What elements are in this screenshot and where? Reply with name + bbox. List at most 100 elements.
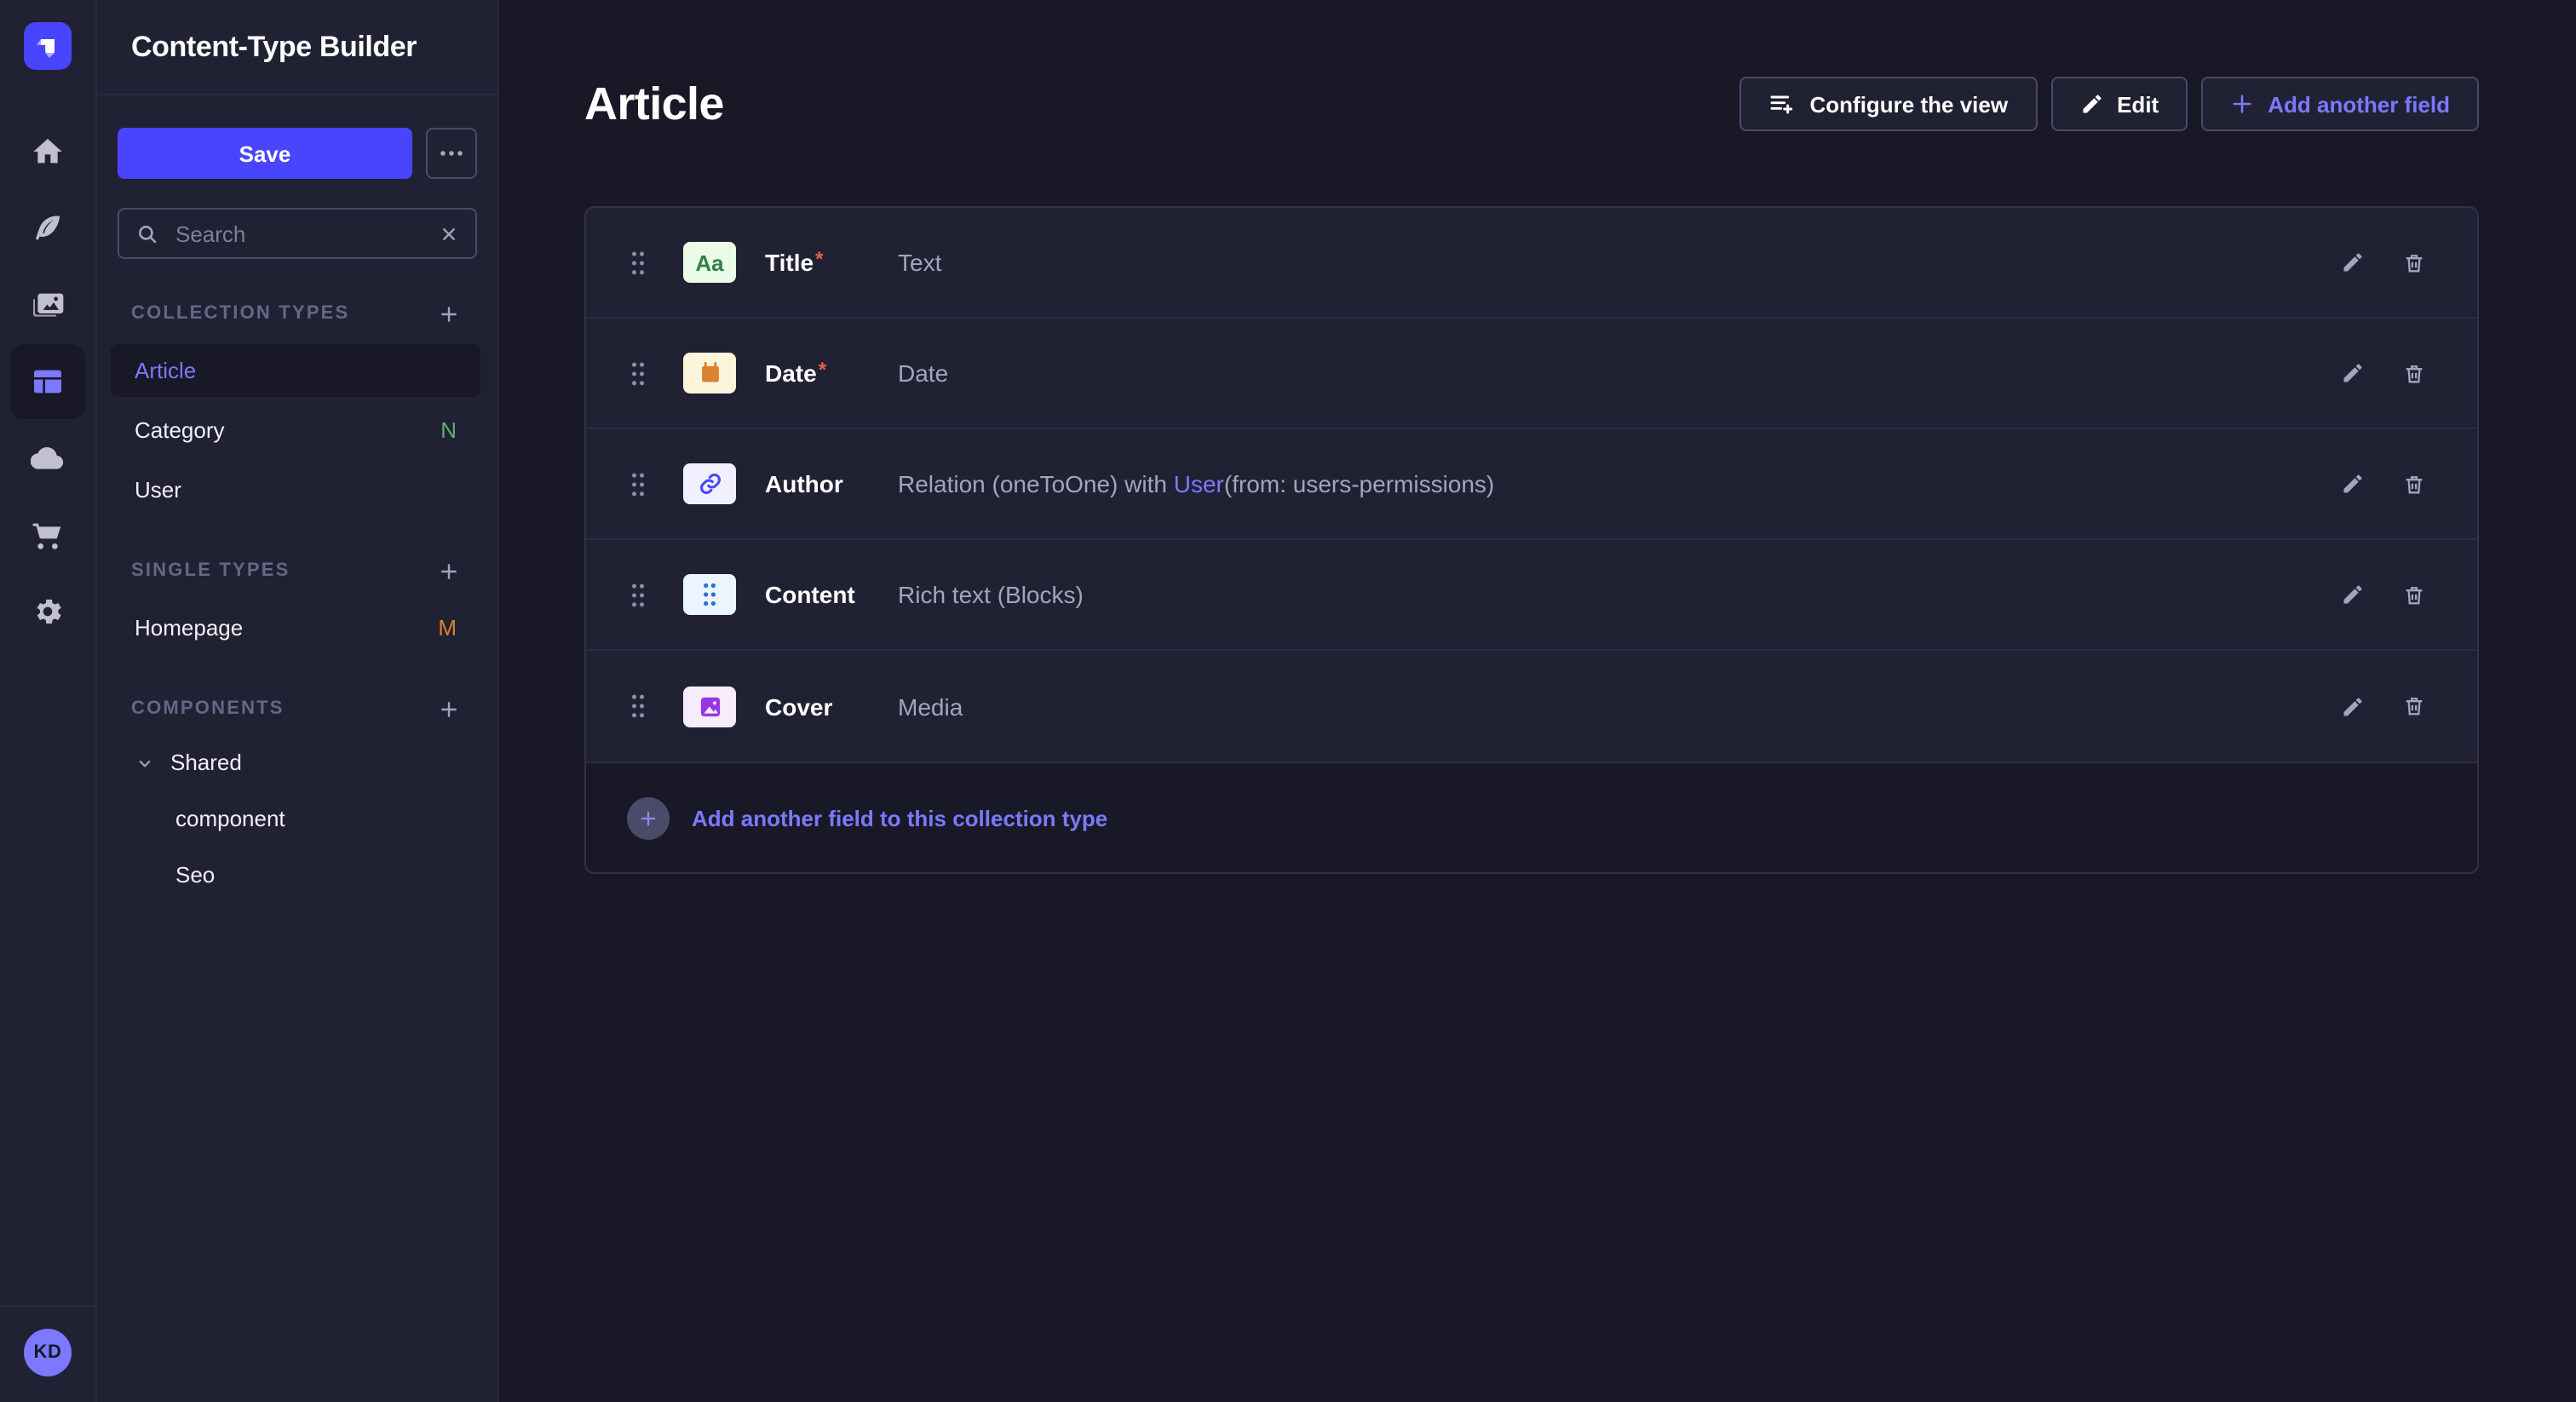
field-name: Date* — [765, 359, 869, 387]
configure-view-label: Configure the view — [1810, 91, 2009, 117]
relation-target-link[interactable]: User — [1174, 470, 1224, 497]
strapi-logo-glyph — [34, 32, 61, 60]
more-actions-button[interactable] — [426, 128, 477, 179]
strapi-logo[interactable] — [24, 22, 72, 70]
trash-icon — [2402, 582, 2426, 607]
sidebar-item-label: Article — [135, 358, 196, 383]
section-collection-types: COLLECTION TYPES Article Category N User — [97, 300, 497, 516]
drag-handle-icon[interactable] — [627, 250, 647, 275]
drag-handle-icon[interactable] — [627, 471, 647, 497]
status-badge-modified: M — [438, 615, 457, 641]
component-category-shared[interactable]: Shared — [111, 736, 480, 789]
field-name: Author — [765, 470, 869, 497]
close-icon — [440, 224, 458, 243]
fields-table: Aa Title* Text — [584, 206, 2479, 874]
table-footer: Add another field to this collection typ… — [586, 761, 2477, 872]
sidebar-item-user[interactable]: User — [111, 463, 480, 516]
pencil-icon — [2341, 694, 2365, 718]
sidebar-item-article[interactable]: Article — [111, 344, 480, 397]
field-name: Cover — [765, 692, 869, 720]
nav-content-manager[interactable] — [10, 191, 85, 266]
add-field-to-collection-link[interactable]: Add another field to this collection typ… — [692, 805, 1107, 830]
nav-media-library[interactable] — [10, 267, 85, 342]
add-another-field-button[interactable]: Add another field — [2201, 77, 2479, 131]
ellipsis-icon — [440, 150, 463, 157]
clear-search-button[interactable] — [440, 224, 458, 243]
add-collection-type-button[interactable] — [438, 302, 460, 325]
delete-field-button[interactable] — [2402, 582, 2426, 607]
chevron-down-icon — [136, 754, 153, 771]
delete-field-button[interactable] — [2402, 693, 2426, 719]
search-input[interactable] — [172, 219, 426, 248]
drag-handle-icon[interactable] — [627, 582, 647, 607]
field-type-date-icon — [683, 353, 736, 394]
section-label: COLLECTION TYPES — [131, 303, 349, 324]
field-type: Relation (oneToOne) with User(from: user… — [898, 470, 1494, 497]
user-avatar[interactable]: KD — [24, 1329, 72, 1376]
delete-field-button[interactable] — [2402, 471, 2426, 497]
nav-content-type-builder[interactable] — [10, 344, 85, 419]
search-icon — [136, 222, 158, 244]
edit-field-button[interactable] — [2341, 250, 2365, 274]
edit-field-button[interactable] — [2341, 472, 2365, 496]
nav-home[interactable] — [10, 114, 85, 189]
nav-cloud[interactable] — [10, 421, 85, 496]
pencil-icon — [2341, 583, 2365, 606]
sidebar-item-label: Seo — [175, 862, 215, 888]
rail-divider — [0, 1305, 95, 1307]
section-label: SINGLE TYPES — [131, 560, 290, 581]
cloud-icon — [31, 441, 65, 475]
component-category-label: Shared — [170, 750, 242, 775]
delete-field-button[interactable] — [2402, 360, 2426, 386]
sidebar-header: Content-Type Builder — [97, 0, 497, 95]
page-title: Article — [584, 78, 724, 130]
sidebar-item-category[interactable]: Category N — [111, 404, 480, 457]
field-type-blocks-icon — [683, 574, 736, 615]
cart-icon — [31, 518, 65, 552]
add-another-field-label: Add another field — [2268, 91, 2450, 117]
field-name: Content — [765, 581, 869, 608]
table-row-date: Date* Date — [586, 319, 2477, 429]
table-row-author: Author Relation (oneToOne) with User(fro… — [586, 429, 2477, 540]
field-type: Rich text (Blocks) — [898, 581, 1084, 608]
nav-marketplace[interactable] — [10, 497, 85, 572]
trash-icon — [2402, 693, 2426, 719]
add-single-type-button[interactable] — [438, 560, 460, 582]
save-button[interactable]: Save — [118, 128, 412, 179]
field-type: Date — [898, 359, 948, 387]
drag-handle-icon[interactable] — [627, 360, 647, 386]
nav-settings[interactable] — [10, 574, 85, 649]
search-box — [118, 208, 477, 259]
sidebar-item-component[interactable]: component — [111, 792, 480, 845]
required-mark: * — [819, 358, 826, 382]
delete-field-button[interactable] — [2402, 250, 2426, 275]
plus-icon — [438, 560, 460, 582]
table-row-title: Aa Title* Text — [586, 208, 2477, 319]
field-type-relation-icon — [683, 463, 736, 504]
content-type-builder-icon — [31, 365, 65, 399]
status-badge-new: N — [440, 417, 457, 443]
feather-icon — [31, 211, 65, 245]
sidebar-item-seo[interactable]: Seo — [111, 848, 480, 901]
field-type: Media — [898, 692, 963, 720]
section-label: COMPONENTS — [131, 698, 285, 719]
sidebar-item-homepage[interactable]: Homepage M — [111, 601, 480, 654]
content-type-builder-app: KD Content-Type Builder Save — [0, 0, 2576, 1402]
add-component-button[interactable] — [438, 698, 460, 720]
edit-field-button[interactable] — [2341, 583, 2365, 606]
edit-button[interactable]: Edit — [2050, 77, 2188, 131]
trash-icon — [2402, 250, 2426, 275]
main-content: Article Configure the view Edit — [499, 0, 2576, 1402]
sidebar-item-label: Category — [135, 417, 225, 443]
field-name: Title* — [765, 249, 869, 276]
field-type-media-icon — [683, 686, 736, 727]
add-field-circle-button[interactable] — [627, 796, 670, 839]
pencil-icon — [2341, 250, 2365, 274]
edit-field-button[interactable] — [2341, 361, 2365, 385]
edit-label: Edit — [2117, 91, 2159, 117]
edit-field-button[interactable] — [2341, 694, 2365, 718]
drag-handle-icon[interactable] — [627, 693, 647, 719]
section-components: COMPONENTS Shared component — [97, 695, 497, 901]
sidebar-item-label: component — [175, 806, 285, 831]
configure-view-button[interactable]: Configure the view — [1740, 77, 2038, 131]
